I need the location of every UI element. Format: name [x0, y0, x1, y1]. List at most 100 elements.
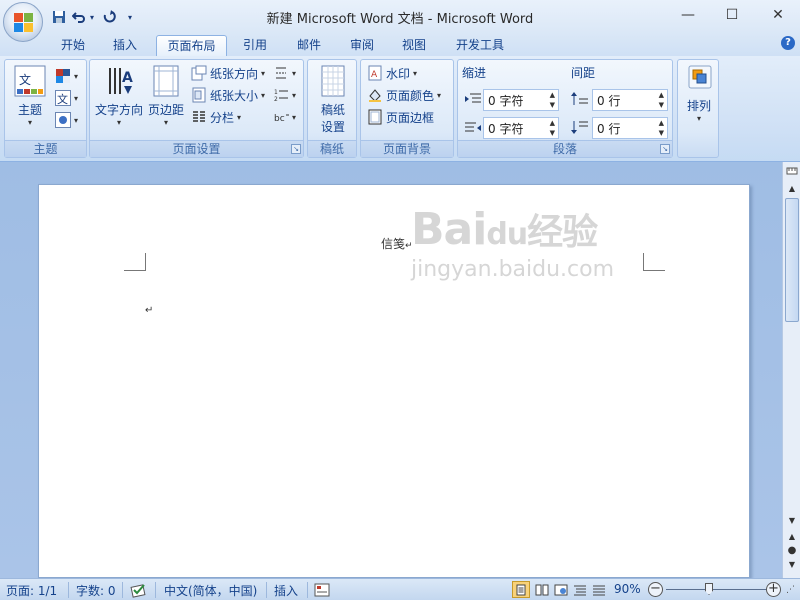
watermark-button[interactable]: A 水印 ▾ [367, 63, 417, 83]
baidu-watermark-logo: Baidu经验 [411, 204, 598, 255]
previous-page-icon[interactable]: ▲ [785, 530, 799, 542]
office-button[interactable] [3, 2, 43, 42]
spin-up-icon[interactable]: ▲ [550, 119, 555, 127]
svg-text:文: 文 [19, 72, 31, 87]
baidu-watermark-url: jingyan.baidu.com [411, 257, 615, 282]
print-layout-view-icon[interactable] [512, 581, 530, 598]
columns-button[interactable]: 分栏 ▾ [191, 107, 241, 127]
spin-down-icon[interactable]: ▼ [659, 129, 664, 137]
page-setup-launcher-icon[interactable]: ↘ [291, 144, 301, 154]
indent-right-icon [464, 121, 482, 138]
margins-icon [153, 65, 179, 97]
breaks-button[interactable]: ▾ [274, 63, 296, 83]
page-color-button[interactable]: 页面颜色 ▾ [367, 85, 441, 105]
proofing-icon[interactable] [130, 582, 148, 600]
page-count[interactable]: 页面: 1/1 [6, 582, 57, 599]
tab-references[interactable]: 引用 [234, 35, 276, 56]
full-screen-reading-icon[interactable] [533, 581, 551, 598]
indent-right-value: 0 字符 [488, 121, 524, 136]
zoom-in-icon[interactable]: + [766, 582, 781, 597]
text-direction-button[interactable]: A 文字方向 ▾ [92, 64, 146, 134]
tab-insert[interactable]: 插入 [104, 35, 146, 56]
scroll-up-icon[interactable]: ▲ [785, 182, 799, 194]
spacing-after-value: 0 行 [597, 121, 621, 136]
columns-icon [193, 111, 205, 122]
tab-developer[interactable]: 开发工具 [446, 35, 514, 56]
spacing-before-spinner[interactable]: 0 行 ▲ ▼ [592, 89, 668, 111]
page-color-icon [369, 89, 381, 102]
manuscript-label-line1: 稿纸 [320, 103, 345, 117]
vertical-scrollbar[interactable]: ▲ ▼ ▲ ● ▼ [782, 162, 800, 578]
indent-left-spinner[interactable]: 0 字符 ▲ ▼ [483, 89, 559, 111]
size-button[interactable]: 纸张大小 ▾ [191, 85, 265, 105]
chevron-down-icon: ▾ [27, 118, 32, 127]
chevron-down-icon: ▾ [116, 118, 121, 127]
themes-button-label: 主题 [17, 103, 42, 117]
minimize-button[interactable]: — [668, 4, 708, 26]
manuscript-label-line2: 设置 [320, 120, 345, 134]
themes-button[interactable]: 文 主题 ▾ [9, 64, 51, 134]
arrange-label: 排列 [686, 99, 711, 113]
zoom-out-icon[interactable]: − [648, 582, 663, 597]
tab-mailings[interactable]: 邮件 [288, 35, 330, 56]
zoom-level[interactable]: 90% [614, 582, 641, 596]
insert-mode[interactable]: 插入 [274, 582, 298, 599]
status-separator [155, 582, 156, 598]
columns-label: 分栏 [210, 110, 235, 125]
zoom-slider-thumb[interactable] [705, 583, 713, 595]
spin-down-icon[interactable]: ▼ [550, 101, 555, 109]
macro-record-icon[interactable] [314, 582, 330, 600]
themes-group: 文 主题 ▾ ▾ 文 ▾ ▾ 主题 [4, 59, 87, 158]
spacing-before-icon [571, 91, 589, 110]
header-text[interactable]: 信笺↵ [381, 235, 413, 252]
theme-fonts-button[interactable]: 文 ▾ [55, 88, 78, 108]
draft-view-icon[interactable] [590, 581, 608, 598]
spin-up-icon[interactable]: ▲ [550, 91, 555, 99]
tab-review[interactable]: 审阅 [341, 35, 383, 56]
tab-view[interactable]: 视图 [393, 35, 435, 56]
ribbon: 文 主题 ▾ ▾ 文 ▾ ▾ 主题 A 文字方向 ▾ 页边距 ▾ 纸张方向 ▾ … [0, 56, 800, 162]
paragraph-launcher-icon[interactable]: ↘ [660, 144, 670, 154]
svg-text:A: A [371, 70, 378, 80]
maximize-button[interactable]: ☐ [712, 4, 752, 26]
paragraph-group: 缩进 间距 0 字符 ▲ ▼ 0 字符 ▲ ▼ 0 行 ▲ ▼ 0 行 ▲ ▼ [457, 59, 673, 158]
ribbon-tabs: 开始 插入 页面布局 引用 邮件 审阅 视图 开发工具 ? [0, 32, 800, 56]
resize-grip-icon[interactable]: ⋰ [786, 585, 796, 597]
spin-down-icon[interactable]: ▼ [659, 101, 664, 109]
theme-colors-icon [56, 69, 70, 83]
scroll-thumb[interactable] [785, 198, 799, 322]
tab-home[interactable]: 开始 [52, 35, 94, 56]
spacing-after-spinner[interactable]: 0 行 ▲ ▼ [592, 117, 668, 139]
manuscript-settings-button[interactable]: 稿纸 设置 [312, 64, 354, 134]
close-button[interactable]: ✕ [758, 4, 798, 26]
spin-up-icon[interactable]: ▲ [659, 91, 664, 99]
ruler-toggle-icon[interactable] [785, 164, 799, 178]
select-browse-object-icon[interactable]: ● [785, 544, 799, 556]
next-page-icon[interactable]: ▼ [785, 558, 799, 570]
spin-up-icon[interactable]: ▲ [659, 119, 664, 127]
outline-view-icon[interactable] [571, 581, 589, 598]
theme-effects-button[interactable]: ▾ [55, 110, 78, 130]
zoom-slider-track[interactable] [666, 589, 766, 590]
document-page[interactable]: 信笺↵ ↵ Baidu经验 jingyan.baidu.com [38, 184, 750, 578]
page-borders-button[interactable]: 页面边框 [367, 107, 434, 127]
spin-down-icon[interactable]: ▼ [550, 129, 555, 137]
line-numbers-button[interactable]: 1 2 ▾ [274, 85, 296, 105]
paper-size-icon [192, 87, 206, 103]
word-count[interactable]: 字数: 0 [76, 582, 116, 599]
arrange-button[interactable]: 排列 ▾ [680, 64, 718, 134]
help-icon[interactable]: ? [781, 36, 795, 50]
theme-colors-button[interactable]: ▾ [55, 66, 78, 86]
indent-right-spinner[interactable]: 0 字符 ▲ ▼ [483, 117, 559, 139]
scroll-down-icon[interactable]: ▼ [785, 514, 799, 526]
language-indicator[interactable]: 中文(简体，中国) [164, 582, 257, 599]
page-borders-icon [368, 109, 382, 125]
status-separator [68, 582, 69, 598]
tab-page-layout[interactable]: 页面布局 [156, 35, 227, 56]
margins-button[interactable]: 页边距 ▾ [146, 64, 186, 134]
orientation-button[interactable]: 纸张方向 ▾ [191, 63, 265, 83]
svg-text:2: 2 [274, 96, 278, 103]
themes-group-label: 主题 [5, 140, 86, 157]
hyphenation-button[interactable]: bc ▾ [274, 107, 296, 127]
web-layout-icon[interactable] [552, 581, 570, 598]
